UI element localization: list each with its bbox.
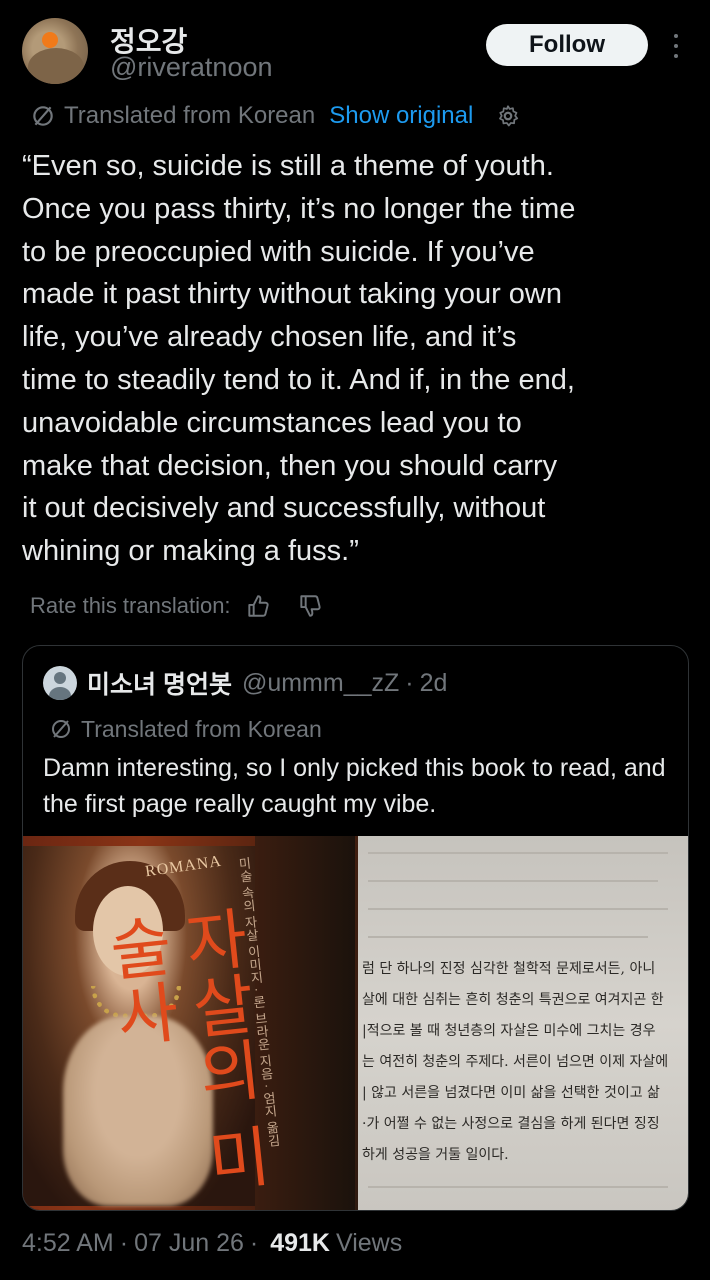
rate-translation: Rate this translation: <box>30 590 323 622</box>
page-text-line: | 않고 서른을 넘겼다면 이미 삶을 선택한 것이고 삶 <box>362 1085 660 1101</box>
tweet-date[interactable]: 07 Jun 26 <box>134 1229 244 1258</box>
page-text-line: 럼 단 하나의 진정 심각한 철학적 문제로서든, 아니 <box>362 961 656 977</box>
translation-bar: Translated from Korean Show original <box>30 100 521 132</box>
separator-dot: · <box>405 668 414 697</box>
quoted-tweet-text: Damn interesting, so I only picked this … <box>43 754 666 818</box>
page-text-line: |적으로 볼 때 청년층의 자살은 미수에 그치는 경우 <box>362 1023 656 1039</box>
more-options-icon[interactable] <box>666 34 686 58</box>
quoted-author-display-name: 미소녀 명언봇 <box>87 671 232 699</box>
quoted-translated-label: Translated from Korean <box>81 715 322 742</box>
translate-icon <box>33 106 53 126</box>
book-cover-photo: 미술 속의 자살 이미지 · 론 브라운 지음 · 엄지 옮김 ROMANA 자… <box>23 836 358 1210</box>
gear-icon[interactable] <box>495 103 521 129</box>
translate-icon <box>52 720 70 738</box>
page-text-line: 살에 대한 심취는 흔히 청춘의 특권으로 여겨지곤 한 <box>362 992 664 1008</box>
page-text-line: 는 여전히 청춘의 주제다. 서른이 넘으면 이제 자살에 <box>362 1054 669 1070</box>
book-page-photo: 럼 단 하나의 진정 심각한 철학적 문제로서든, 아니 살에 대한 심취는 흔… <box>358 836 688 1210</box>
follow-button[interactable]: Follow <box>486 24 648 66</box>
tweet-meta: 4:52 AM · 07 Jun 26 · 491K Views <box>22 1226 402 1260</box>
tweet-header: 정오강 @riveratnoon Follow <box>22 14 688 94</box>
quoted-tweet[interactable]: 미소녀 명언봇 @ummm__zZ · 2d Translated from K… <box>22 645 689 1211</box>
tweet-time[interactable]: 4:52 AM <box>22 1229 114 1258</box>
views-count[interactable]: 491K <box>270 1229 330 1258</box>
page-text-line: ·가 어쩔 수 없는 사정으로 결심을 하게 된다면 징징 <box>362 1116 660 1132</box>
views-label: Views <box>335 1228 403 1257</box>
author-avatar[interactable] <box>22 18 88 84</box>
translated-label: Translated from Korean <box>64 102 316 129</box>
separator-dot: · <box>119 1228 129 1257</box>
thumbs-down-icon[interactable] <box>297 593 323 619</box>
quoted-tweet-time: 2d <box>419 668 448 697</box>
thumbs-up-icon[interactable] <box>245 593 271 619</box>
quoted-tweet-image[interactable]: 미술 속의 자살 이미지 · 론 브라운 지음 · 엄지 옮김 ROMANA 자… <box>23 836 688 1210</box>
quoted-translation-bar: Translated from Korean <box>49 714 322 744</box>
rate-label: Rate this translation: <box>30 593 231 618</box>
separator-dot: · <box>249 1228 259 1257</box>
quoted-tweet-header: 미소녀 명언봇 @ummm__zZ · 2d <box>43 666 447 700</box>
page-text-line: 하게 성공을 거둘 일이다. <box>362 1147 509 1163</box>
tweet-text: “Even so, suicide is still a theme of yo… <box>22 150 576 568</box>
show-original-link[interactable]: Show original <box>329 102 473 130</box>
author-handle[interactable]: @riveratnoon <box>110 52 273 83</box>
quoted-author-handle: @ummm__zZ <box>241 668 400 697</box>
quoted-author-avatar <box>43 666 77 700</box>
